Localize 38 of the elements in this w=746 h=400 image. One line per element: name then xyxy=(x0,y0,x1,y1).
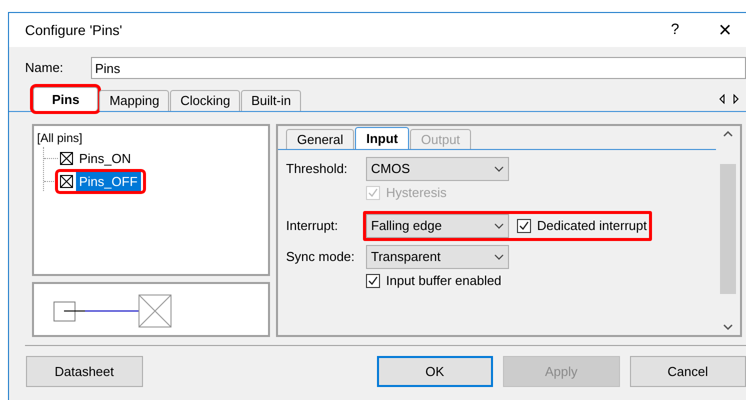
crossed-box-icon xyxy=(60,174,73,188)
chevron-down-icon xyxy=(494,223,504,229)
window-title: Configure 'Pins' xyxy=(25,20,122,40)
field-label: Threshold: xyxy=(286,160,348,178)
checkbox[interactable] xyxy=(366,274,380,288)
tab[interactable]: Input xyxy=(355,127,410,149)
scrollbar-thumb[interactable] xyxy=(720,164,736,294)
tab[interactable]: General xyxy=(286,129,354,149)
crossed-box-icon xyxy=(60,152,73,166)
field-label: Sync mode: xyxy=(286,248,356,266)
name-label: Name: xyxy=(25,59,64,78)
help-button[interactable]: ? xyxy=(660,18,690,42)
name-field[interactable]: Pins xyxy=(91,57,746,79)
close-button[interactable]: × xyxy=(710,19,740,41)
dialog-button: Apply xyxy=(503,356,620,387)
chevron-down-icon xyxy=(494,254,504,260)
tree-root-label[interactable]: [All pins] xyxy=(37,129,268,147)
tab-scroll-icon[interactable] xyxy=(718,94,740,104)
checkbox[interactable] xyxy=(517,219,531,233)
scroll-down-icon[interactable] xyxy=(723,323,733,331)
dropdown[interactable]: Transparent xyxy=(366,245,509,269)
scroll-up-icon[interactable] xyxy=(723,130,733,138)
tree-item[interactable]: Pins_ON xyxy=(58,149,136,168)
dropdown[interactable]: Falling edge xyxy=(366,214,509,238)
dialog-button[interactable]: Datasheet xyxy=(26,356,142,387)
chevron-down-icon xyxy=(494,166,504,172)
checkbox-label: Hysteresis xyxy=(386,184,447,202)
dropdown[interactable]: CMOS xyxy=(366,157,509,181)
checkbox-label: Input buffer enabled xyxy=(386,272,502,290)
tab[interactable]: Mapping xyxy=(99,90,170,111)
checkbox-label: Dedicated interrupt xyxy=(537,217,647,236)
tab[interactable]: Clocking xyxy=(170,90,240,111)
field-label: Interrupt: xyxy=(286,217,340,236)
dialog-button[interactable]: OK xyxy=(376,356,493,387)
tab: Output xyxy=(410,129,472,149)
tab[interactable]: Pins xyxy=(33,87,98,111)
tab[interactable]: Built-in xyxy=(241,90,301,111)
dialog-button[interactable]: Cancel xyxy=(630,356,746,387)
